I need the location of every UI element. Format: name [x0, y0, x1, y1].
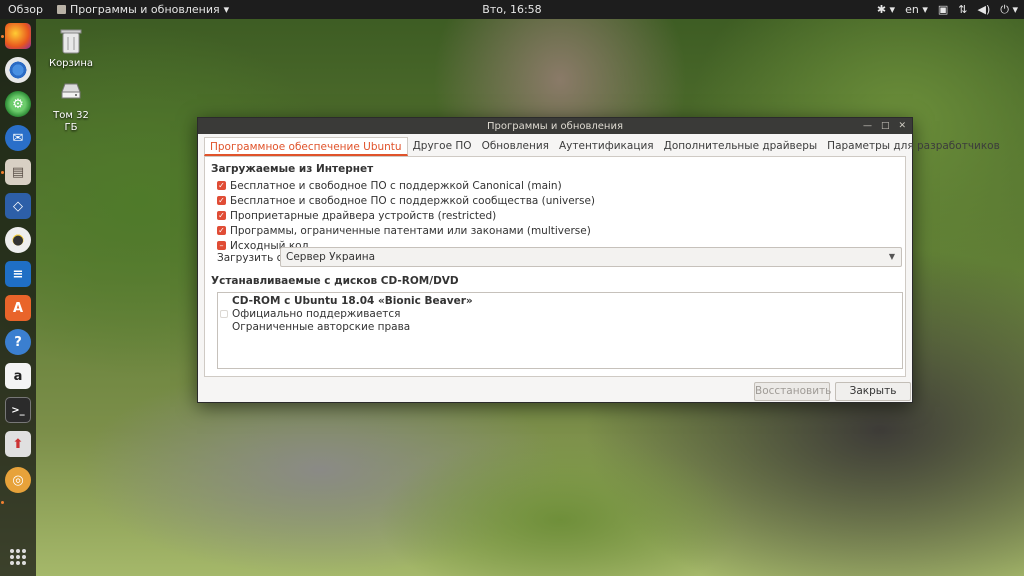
desktop-icon-trash[interactable]: Корзина: [41, 28, 101, 70]
ubuntu-software-icon[interactable]: A: [5, 295, 31, 321]
terminal-icon[interactable]: >_: [5, 397, 31, 423]
tab-ubuntu-software[interactable]: Программное обеспечение Ubuntu: [204, 137, 408, 156]
maximize-icon[interactable]: □: [881, 121, 890, 131]
close-button[interactable]: Закрыть: [835, 382, 911, 401]
drive-icon: [60, 80, 82, 106]
software-properties-icon: [57, 5, 67, 14]
ubuntu-software-panel: Загружаемые из Интернет ✓ Бесплатное и с…: [204, 156, 906, 377]
minimize-icon[interactable]: —: [863, 121, 872, 131]
dropdown-arrow-icon: ▼: [888, 252, 895, 261]
window-controls: — □ ✕: [863, 118, 906, 134]
option-universe-label: Бесплатное и свободное ПО с поддержкой с…: [230, 194, 596, 207]
update-icon[interactable]: ⬆: [5, 431, 31, 457]
revert-button[interactable]: Восстановить: [754, 382, 831, 401]
volume-label-line1: Том 32: [53, 110, 89, 121]
activities-button[interactable]: Обзор: [0, 3, 51, 16]
option-multiverse-label: Программы, ограниченные патентами или за…: [230, 224, 591, 237]
app-menu-label: Программы и обновления: [70, 3, 220, 16]
thunderbird-icon[interactable]: ✉: [5, 125, 31, 151]
power-icon[interactable]: ⏻ ▾: [1000, 3, 1018, 17]
rhythmbox-icon[interactable]: ●: [5, 227, 31, 253]
language-indicator[interactable]: en ▾: [905, 3, 928, 16]
tab-updates[interactable]: Обновления: [477, 137, 554, 156]
files-icon[interactable]: ▤: [5, 159, 31, 185]
software-updates-window: Программы и обновления — □ ✕ Программное…: [197, 117, 1000, 403]
running-indicator: [1, 501, 4, 504]
download-server-value: Сервер Украина: [286, 251, 376, 263]
dock: ⚙ ✉ ▤ ◇ ● ≡ A ? a >_ ⬆ ◎: [0, 19, 36, 576]
option-restricted-label: Проприетарные драйвера устройств (restri…: [230, 209, 497, 222]
checkbox-restricted[interactable]: ✓: [217, 211, 226, 220]
network-icon[interactable]: ⇅: [958, 3, 967, 16]
top-bar: Обзор Программы и обновления ▾ Вто, 16:5…: [0, 0, 1024, 19]
cdrom-entry-line2: Ограниченные авторские права: [232, 321, 411, 333]
chromium-icon[interactable]: [5, 57, 31, 83]
volume-icon[interactable]: ◀): [978, 3, 991, 16]
amazon-icon[interactable]: a: [5, 363, 31, 389]
window-title: Программы и обновления: [487, 120, 623, 132]
show-applications-icon[interactable]: [10, 549, 26, 565]
cdrom-checkbox[interactable]: [220, 310, 228, 318]
clipboard-icon[interactable]: ▣: [938, 3, 948, 16]
trash-label: Корзина: [48, 58, 94, 69]
checkbox-source-code[interactable]: –: [217, 241, 226, 250]
settings-icon[interactable]: ⚙: [5, 91, 31, 117]
option-universe[interactable]: ✓ Бесплатное и свободное ПО с поддержкой…: [217, 194, 595, 207]
app-menu[interactable]: Программы и обновления ▾: [51, 3, 229, 16]
cdrom-entry-line1: Официально поддерживается: [232, 308, 401, 320]
cdrom-list[interactable]: CD-ROM с Ubuntu 18.04 «Bionic Beaver» Оф…: [217, 292, 903, 369]
checkbox-main[interactable]: ✓: [217, 181, 226, 190]
virtualbox-icon[interactable]: ◇: [5, 193, 31, 219]
chevron-down-icon: ▾: [223, 3, 230, 16]
help-icon[interactable]: ?: [5, 329, 31, 355]
cdrom-section-title: Устанавливаемые с дисков CD-ROM/DVD: [211, 275, 459, 287]
accessibility-icon[interactable]: ✱ ▾: [877, 3, 895, 16]
tab-bar: Программное обеспечение Ubuntu Другое ПО…: [204, 137, 1005, 156]
window-titlebar[interactable]: Программы и обновления — □ ✕: [198, 118, 912, 134]
download-from-label: Загрузить с:: [217, 252, 286, 264]
option-main[interactable]: ✓ Бесплатное и свободное ПО с поддержкой…: [217, 179, 562, 192]
checkbox-universe[interactable]: ✓: [217, 196, 226, 205]
running-indicator: [1, 35, 4, 38]
internet-section-title: Загружаемые из Интернет: [211, 163, 374, 175]
clock[interactable]: Вто, 16:58: [482, 3, 541, 16]
close-icon[interactable]: ✕: [898, 121, 906, 131]
download-server-select[interactable]: Сервер Украина ▼: [280, 247, 902, 267]
firefox-icon[interactable]: [5, 23, 31, 49]
option-main-label: Бесплатное и свободное ПО с поддержкой C…: [230, 179, 562, 192]
running-indicator: [1, 171, 4, 174]
desktop-icon-volume[interactable]: Том 32 ГБ: [41, 80, 101, 134]
software-updater-icon[interactable]: ◎: [5, 467, 31, 493]
cdrom-entry-title: CD-ROM с Ubuntu 18.04 «Bionic Beaver»: [232, 295, 473, 307]
system-tray: ✱ ▾ en ▾ ▣ ⇅ ◀) ⏻ ▾: [877, 0, 1018, 19]
tab-additional-drivers[interactable]: Дополнительные драйверы: [659, 137, 823, 156]
tab-other-software[interactable]: Другое ПО: [408, 137, 477, 156]
option-restricted[interactable]: ✓ Проприетарные драйвера устройств (rest…: [217, 209, 496, 222]
trash-icon: [60, 28, 82, 54]
option-multiverse[interactable]: ✓ Программы, ограниченные патентами или …: [217, 224, 591, 237]
libreoffice-writer-icon[interactable]: ≡: [5, 261, 31, 287]
tab-developer-options[interactable]: Параметры для разработчиков: [822, 137, 1005, 156]
volume-label-line2: ГБ: [64, 122, 78, 133]
tab-authentication[interactable]: Аутентификация: [554, 137, 659, 156]
checkbox-multiverse[interactable]: ✓: [217, 226, 226, 235]
